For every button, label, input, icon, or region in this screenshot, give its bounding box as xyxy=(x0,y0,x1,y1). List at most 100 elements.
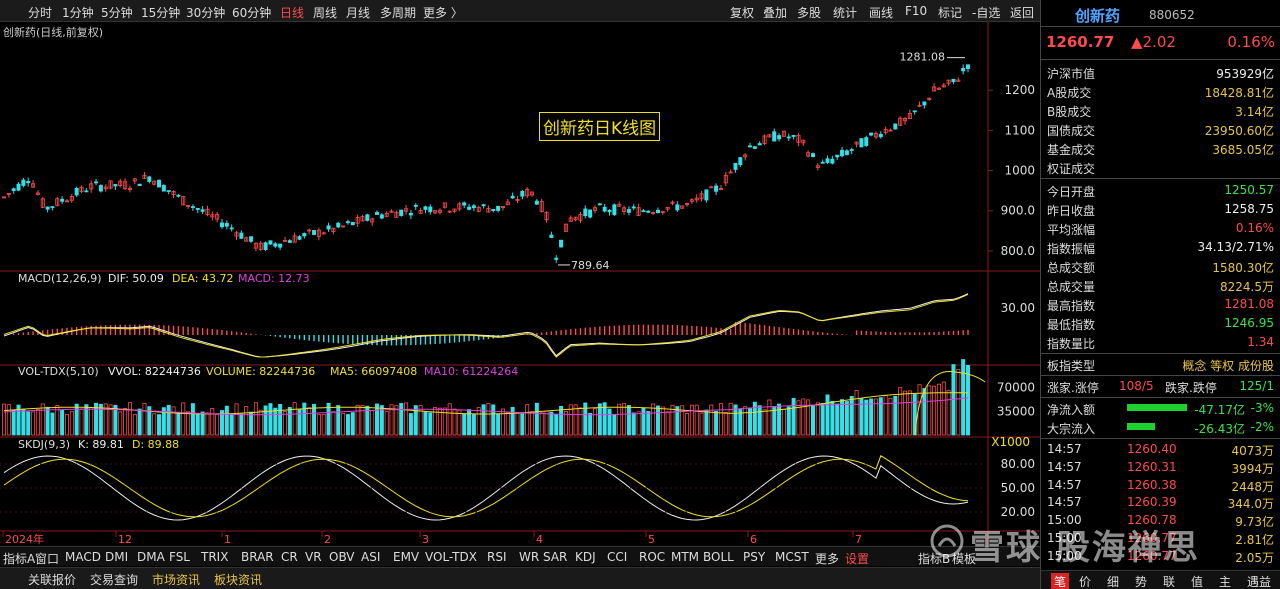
candle-body[interactable] xyxy=(113,184,118,187)
period-tab-3[interactable]: 15分钟 xyxy=(141,4,180,21)
status-tab-0[interactable]: 关联报价 xyxy=(28,571,76,588)
candle-body[interactable] xyxy=(849,149,854,151)
candle-body[interactable] xyxy=(157,179,162,188)
indicator-tab-19[interactable]: ROC xyxy=(639,550,665,564)
candle-body[interactable] xyxy=(263,242,268,250)
candle-body[interactable] xyxy=(166,190,171,192)
indicator-tab-10[interactable]: OBV xyxy=(329,550,355,564)
period-tab-5[interactable]: 60分钟 xyxy=(232,4,271,21)
indicator-tab-15[interactable]: WR xyxy=(519,550,539,564)
indicator-tab-7[interactable]: BRAR xyxy=(241,550,274,564)
candle-body[interactable] xyxy=(752,146,757,149)
status-tab-3[interactable]: 板块资讯 xyxy=(214,571,262,588)
candle-body[interactable] xyxy=(200,209,205,212)
indicator-tab-22[interactable]: PSY xyxy=(743,550,765,564)
candle-body[interactable] xyxy=(607,209,612,213)
candle-body[interactable] xyxy=(273,243,278,247)
candle-body[interactable] xyxy=(375,212,380,215)
detail-tab-0[interactable]: 笔 xyxy=(1051,573,1070,589)
candle-body[interactable] xyxy=(50,206,55,209)
candle-body[interactable] xyxy=(84,190,89,193)
detail-tab-4[interactable]: 联 xyxy=(1163,573,1175,589)
candle-body[interactable] xyxy=(825,158,830,163)
indicator-tab-3[interactable]: DMI xyxy=(105,550,128,564)
candle-body[interactable] xyxy=(830,158,835,164)
candle-body[interactable] xyxy=(878,133,883,138)
detail-tab-7[interactable]: 遇益 xyxy=(1247,573,1271,589)
candle-body[interactable] xyxy=(791,134,796,137)
candle-body[interactable] xyxy=(428,206,433,213)
period-tab-0[interactable]: 分时 xyxy=(28,4,52,21)
period-tab-8[interactable]: 月线 xyxy=(346,4,370,21)
candle-body[interactable] xyxy=(98,185,103,192)
toolbar-action-8[interactable]: 返回 xyxy=(1010,4,1034,21)
candle-body[interactable] xyxy=(336,222,341,228)
indicator-tab-24[interactable]: 更多 xyxy=(815,550,839,567)
indicator-tab-6[interactable]: TRIX xyxy=(201,550,228,564)
candle-body[interactable] xyxy=(60,198,65,202)
candle-body[interactable] xyxy=(922,101,927,106)
candle-body[interactable] xyxy=(583,208,588,217)
candle-body[interactable] xyxy=(549,234,554,238)
candle-body[interactable] xyxy=(379,214,384,219)
period-tab-10[interactable]: 更多 〉 xyxy=(423,4,463,21)
indicator-tab-13[interactable]: VOL-TDX xyxy=(425,550,477,564)
indicator-tab-25[interactable]: 设置 xyxy=(845,550,869,567)
detail-tab-2[interactable]: 细 xyxy=(1107,573,1119,589)
toolbar-action-3[interactable]: 统计 xyxy=(833,4,857,21)
candle-body[interactable] xyxy=(951,78,956,83)
indicator-tab-20[interactable]: MTM xyxy=(671,550,699,564)
candle-body[interactable] xyxy=(467,206,472,210)
candle-body[interactable] xyxy=(137,183,142,186)
candle-body[interactable] xyxy=(462,202,467,206)
indicator-tab-5[interactable]: FSL xyxy=(169,550,190,564)
detail-tab-5[interactable]: 值 xyxy=(1191,573,1203,589)
indicator-tab-2[interactable]: MACD xyxy=(65,550,101,564)
indicator-tab-23[interactable]: MCST xyxy=(775,550,809,564)
indicator-tab-1[interactable]: 窗口 xyxy=(35,550,59,567)
candle-body[interactable] xyxy=(602,206,607,212)
toolbar-action-1[interactable]: 叠加 xyxy=(763,4,787,21)
candle-body[interactable] xyxy=(74,188,79,196)
toolbar-action-4[interactable]: 画线 xyxy=(869,4,893,21)
candle-body[interactable] xyxy=(350,221,355,226)
candle-body[interactable] xyxy=(297,236,302,240)
candle-body[interactable] xyxy=(738,157,743,166)
indicator-tab-11[interactable]: ASI xyxy=(361,550,380,564)
toolbar-action-7[interactable]: -自选 xyxy=(972,4,1000,21)
candle-body[interactable] xyxy=(26,180,31,184)
detail-tab-6[interactable]: 主 xyxy=(1219,573,1231,589)
candle-body[interactable] xyxy=(496,205,501,211)
candle-body[interactable] xyxy=(709,186,714,189)
candle-body[interactable] xyxy=(961,67,966,72)
candle-body[interactable] xyxy=(287,240,292,243)
candle-body[interactable] xyxy=(45,206,50,210)
candle-body[interactable] xyxy=(655,209,660,214)
candle-body[interactable] xyxy=(510,195,515,199)
candle-body[interactable] xyxy=(21,179,26,186)
candle-body[interactable] xyxy=(588,209,593,218)
candle-body[interactable] xyxy=(345,221,350,224)
candle-body[interactable] xyxy=(869,132,874,136)
candle-body[interactable] xyxy=(94,181,99,184)
toolbar-action-6[interactable]: 标记 xyxy=(938,4,962,21)
candle-body[interactable] xyxy=(859,138,864,148)
candle-body[interactable] xyxy=(229,227,234,230)
candle-body[interactable] xyxy=(820,161,825,164)
board-type-value[interactable]: 概念 等权 成份股 xyxy=(1182,357,1274,374)
candle-body[interactable] xyxy=(626,209,631,213)
indicator-tab-21[interactable]: BOLL xyxy=(703,550,734,564)
candle-body[interactable] xyxy=(777,135,782,140)
candle-body[interactable] xyxy=(966,64,971,69)
period-tab-9[interactable]: 多周期 xyxy=(380,4,416,21)
candle-body[interactable] xyxy=(810,153,815,158)
candle-body[interactable] xyxy=(893,123,898,130)
candle-body[interactable] xyxy=(408,212,413,216)
candle-body[interactable] xyxy=(423,206,428,210)
candle-body[interactable] xyxy=(912,110,917,113)
candle-body[interactable] xyxy=(840,149,845,157)
indicator-tab-12[interactable]: EMV xyxy=(393,550,419,564)
toolbar-action-5[interactable]: F10 xyxy=(905,4,927,18)
period-tab-7[interactable]: 周线 xyxy=(313,4,337,21)
candle-body[interactable] xyxy=(704,189,709,201)
